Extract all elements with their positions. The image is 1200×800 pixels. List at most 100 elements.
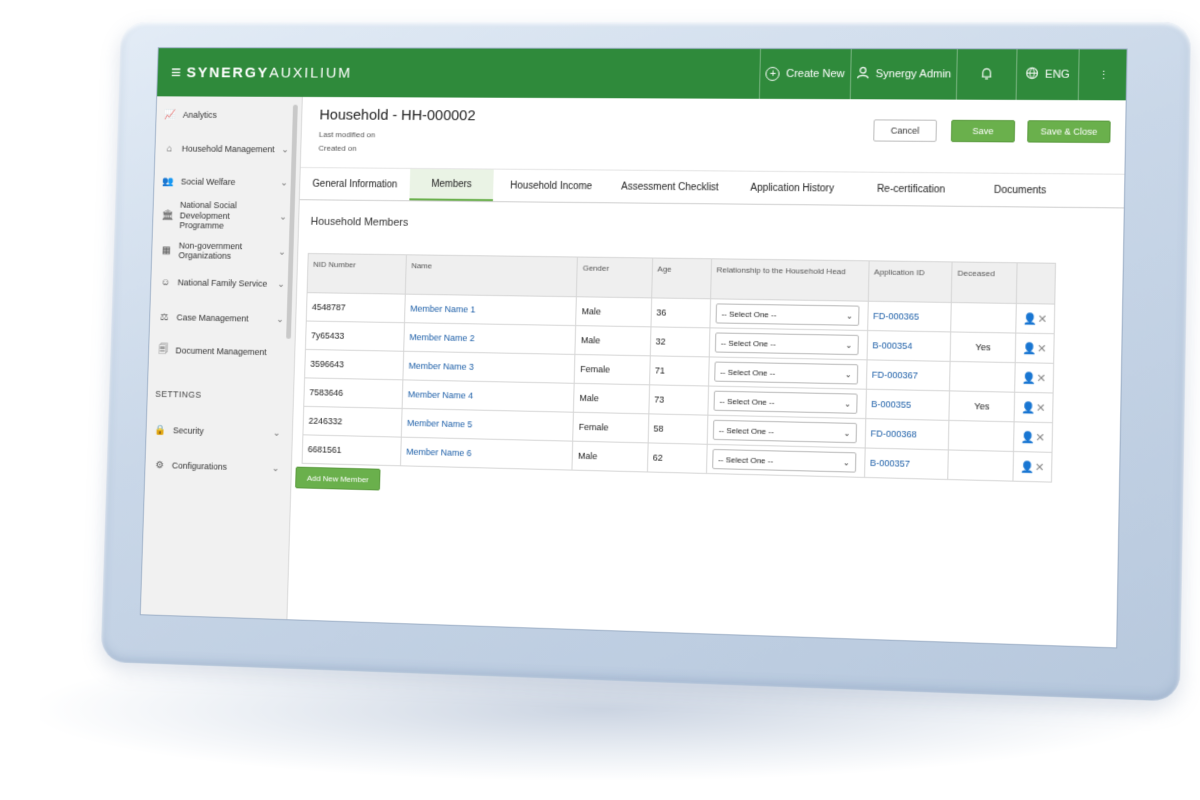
- tab-application-history[interactable]: Application History: [730, 172, 854, 205]
- more-options-icon[interactable]: ⋮: [1077, 49, 1128, 101]
- relationship-select[interactable]: -- Select One -- ⌄: [713, 390, 858, 414]
- sidebar-item-document-management[interactable]: 🗐 Document Management: [149, 338, 286, 364]
- member-name-link[interactable]: Member Name 5: [401, 408, 574, 442]
- select-value: -- Select One --: [721, 308, 777, 319]
- save-button[interactable]: Save: [950, 119, 1016, 143]
- relationship-cell: -- Select One -- ⌄: [708, 356, 867, 390]
- people-icon: 👥: [162, 176, 175, 187]
- age-cell: 36: [650, 297, 711, 328]
- application-id-link[interactable]: B-000355: [865, 389, 950, 421]
- sidebar-item-label: Case Management: [176, 312, 249, 324]
- app-logo[interactable]: SYNERGYAUXILIUM: [186, 64, 352, 81]
- chevron-down-icon: ⌄: [276, 313, 284, 324]
- tab-general-information[interactable]: General Information: [300, 168, 410, 200]
- relationship-select[interactable]: -- Select One -- ⌄: [713, 361, 858, 385]
- tab-documents[interactable]: Documents: [968, 173, 1072, 206]
- scale-icon: ⚖: [159, 311, 169, 323]
- remove-member-icon[interactable]: 👤✕: [1013, 421, 1053, 453]
- sidebar-item-label: National Family Service: [177, 277, 268, 289]
- create-new-button[interactable]: + Create New: [758, 48, 851, 100]
- create-new-label: Create New: [785, 67, 845, 81]
- deceased-cell: [947, 449, 1014, 482]
- nid-cell: 6681561: [302, 434, 402, 466]
- member-name-link[interactable]: Member Name 6: [400, 437, 573, 471]
- sidebar-item-analytics[interactable]: 📈 Analytics: [156, 104, 293, 126]
- column-header-relationship: Relationship to the Household Head: [710, 258, 869, 302]
- sidebar-item-national-social-development[interactable]: 🏛 National Social Development Programme …: [153, 200, 290, 232]
- chevron-down-icon: ⌄: [845, 340, 853, 350]
- sidebar-item-security[interactable]: 🔒 Security ⌄: [146, 418, 283, 445]
- select-value: -- Select One --: [718, 425, 774, 436]
- chevron-down-icon: ⌄: [842, 457, 850, 467]
- sidebar-item-configurations[interactable]: ⚙ Configurations ⌄: [145, 453, 283, 480]
- application-id-link[interactable]: B-000354: [866, 330, 951, 362]
- nid-cell: 7583646: [303, 377, 403, 409]
- remove-member-icon[interactable]: 👤✕: [1013, 451, 1053, 483]
- remove-member-icon[interactable]: 👤✕: [1015, 333, 1055, 364]
- application-id-link[interactable]: FD-000365: [867, 301, 952, 332]
- deceased-cell: [948, 420, 1015, 452]
- relationship-select[interactable]: -- Select One -- ⌄: [714, 332, 859, 356]
- deceased-cell: [950, 302, 1017, 334]
- user-name: Synergy Admin: [875, 68, 952, 81]
- relationship-select[interactable]: -- Select One -- ⌄: [712, 419, 857, 444]
- remove-member-icon[interactable]: 👤✕: [1016, 303, 1055, 334]
- member-name-link[interactable]: Member Name 2: [403, 322, 576, 355]
- nid-cell: 2246332: [302, 406, 402, 438]
- sidebar-item-household-management[interactable]: ⌂ Household Management ⌄: [155, 137, 292, 161]
- tab-household-income[interactable]: Household Income: [493, 170, 610, 203]
- user-menu[interactable]: Synergy Admin: [849, 49, 957, 100]
- sidebar-item-label: Social Welfare: [180, 176, 236, 187]
- select-value: -- Select One --: [719, 396, 775, 407]
- home-icon: ⌂: [166, 143, 173, 154]
- sidebar-item-case-management[interactable]: ⚖ Case Management ⌄: [150, 305, 287, 331]
- nid-cell: 3596643: [304, 349, 404, 380]
- hamburger-menu-icon[interactable]: ≡: [171, 62, 181, 82]
- sidebar-item-social-welfare[interactable]: 👥 Social Welfare ⌄: [154, 170, 291, 195]
- relationship-cell: -- Select One -- ⌄: [709, 298, 868, 331]
- application-id-link[interactable]: B-000357: [864, 447, 949, 480]
- member-name-link[interactable]: Member Name 3: [402, 351, 576, 384]
- notifications-button[interactable]: [955, 49, 1017, 100]
- member-name-link[interactable]: Member Name 4: [401, 379, 575, 413]
- cancel-button[interactable]: Cancel: [873, 119, 937, 142]
- gender-cell: Male: [575, 296, 652, 327]
- select-value: -- Select One --: [719, 367, 776, 378]
- deceased-cell: Yes: [948, 390, 1015, 422]
- sidebar-item-ngo[interactable]: ▦ Non-government Organizations ⌄: [152, 235, 289, 266]
- relationship-cell: -- Select One -- ⌄: [708, 327, 868, 360]
- save-and-close-button[interactable]: Save & Close: [1027, 120, 1111, 144]
- chevron-down-icon: ⌄: [844, 398, 852, 409]
- remove-member-icon[interactable]: 👤✕: [1014, 362, 1054, 393]
- chart-icon: 📈: [164, 109, 177, 121]
- main-content: Household - HH-000002 Last modified on C…: [287, 96, 1128, 649]
- chevron-down-icon: ⌄: [279, 211, 287, 222]
- relationship-select[interactable]: -- Select One -- ⌄: [715, 303, 860, 326]
- user-icon: [856, 66, 870, 82]
- language-label: ENG: [1044, 68, 1070, 81]
- tab-assessment-checklist[interactable]: Assessment Checklist: [609, 171, 731, 204]
- sidebar-item-national-family-service[interactable]: ☺ National Family Service ⌄: [151, 270, 288, 295]
- chevron-down-icon: ⌄: [845, 310, 853, 321]
- tab-bar: General Information Members Household In…: [299, 167, 1127, 209]
- last-modified-label: Last modified on: [318, 130, 376, 140]
- chevron-down-icon: ⌄: [278, 246, 286, 257]
- language-selector[interactable]: ENG: [1015, 49, 1079, 101]
- screen: ≡ SYNERGYAUXILIUM + Create New Synergy A…: [139, 47, 1128, 649]
- member-name-link[interactable]: Member Name 1: [404, 294, 577, 326]
- nid-cell: 4548787: [306, 292, 406, 323]
- sidebar-item-label: Analytics: [182, 109, 217, 120]
- tab-re-certification[interactable]: Re-certification: [854, 173, 969, 206]
- application-id-link[interactable]: FD-000367: [865, 359, 951, 391]
- remove-member-icon[interactable]: 👤✕: [1014, 392, 1054, 423]
- relationship-select[interactable]: -- Select One -- ⌄: [711, 448, 857, 473]
- add-new-member-button[interactable]: Add New Member: [295, 466, 381, 491]
- tab-members[interactable]: Members: [409, 168, 494, 202]
- created-on-label: Created on: [318, 143, 357, 153]
- section-title: Household Members: [310, 215, 409, 229]
- relationship-cell: -- Select One -- ⌄: [706, 444, 865, 478]
- gender-cell: Male: [573, 383, 650, 414]
- chevron-down-icon: ⌄: [281, 143, 289, 154]
- application-id-link[interactable]: FD-000368: [864, 418, 949, 450]
- gender-cell: Male: [572, 441, 648, 472]
